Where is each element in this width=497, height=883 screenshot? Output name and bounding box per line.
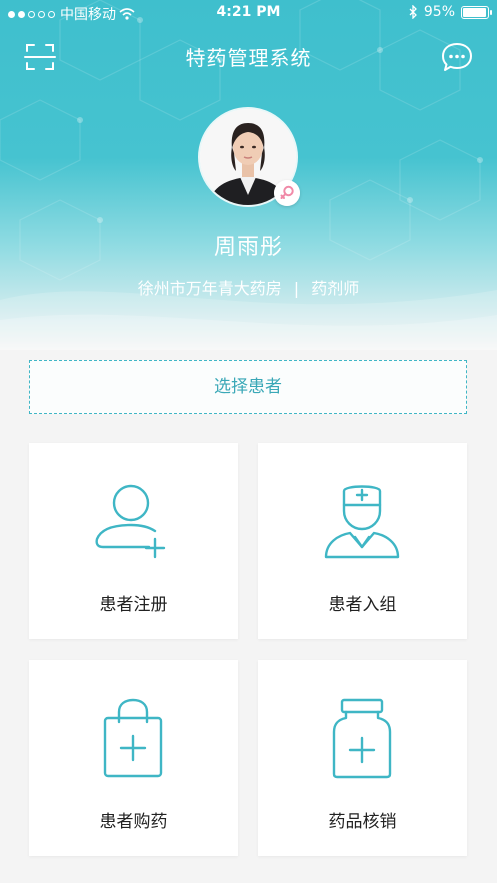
user-role: 药剂师 bbox=[311, 279, 360, 298]
status-right: 95% bbox=[408, 4, 492, 20]
menu-label: 患者注册 bbox=[99, 595, 168, 615]
page-title: 特药管理系统 bbox=[185, 46, 312, 70]
medicine-bottle-icon bbox=[332, 698, 392, 779]
separator: | bbox=[293, 279, 300, 298]
profile-header: 中国移动 4:21 PM 95% 特药管理系统 周雨彤 徐州市万年青大药房 | … bbox=[0, 0, 497, 350]
chat-bubble-icon[interactable] bbox=[439, 40, 475, 74]
doctor-icon bbox=[324, 485, 400, 559]
menu-card-patient-enroll[interactable]: 患者入组 bbox=[258, 443, 467, 639]
menu-card-drug-writeoff[interactable]: 药品核销 bbox=[258, 660, 467, 856]
menu-label: 患者购药 bbox=[99, 812, 168, 832]
select-patient-button[interactable]: 选择患者 bbox=[29, 360, 467, 414]
bluetooth-icon bbox=[409, 5, 417, 19]
pharmacy-name: 徐州市万年青大药房 bbox=[137, 279, 282, 298]
menu-label: 药品核销 bbox=[328, 812, 397, 832]
menu-card-patient-register[interactable]: 患者注册 bbox=[29, 443, 238, 639]
menu-label: 患者入组 bbox=[328, 595, 397, 615]
menu-card-patient-purchase[interactable]: 患者购药 bbox=[29, 660, 238, 856]
user-name: 周雨彤 bbox=[213, 235, 283, 260]
add-user-icon bbox=[95, 484, 166, 559]
shopping-bag-icon bbox=[103, 698, 163, 778]
user-affiliation: 徐州市万年青大药房 | 药剂师 bbox=[0, 275, 497, 299]
battery-icon bbox=[461, 5, 492, 19]
female-icon bbox=[274, 180, 300, 206]
battery-percentage: 95% bbox=[423, 4, 455, 20]
status-bar: 中国移动 4:21 PM 95% bbox=[0, 0, 497, 26]
